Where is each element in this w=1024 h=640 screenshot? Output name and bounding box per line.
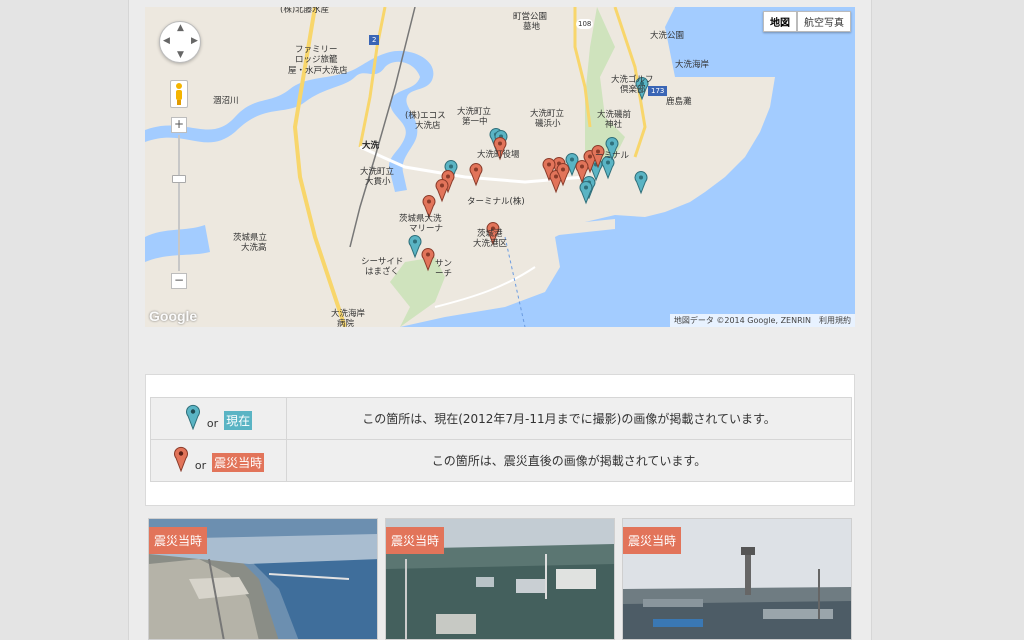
google-logo[interactable]: Google: [149, 308, 197, 324]
sea: [400, 7, 855, 327]
zoom-slider-handle[interactable]: [172, 175, 186, 183]
pan-right-arrow[interactable]: ▶: [191, 36, 198, 46]
map-credit-text: 地図データ ©2014 Google, ZENRIN: [673, 316, 811, 325]
legend-row-current: or 現在 この箇所は、現在(2012年7月-11月までに撮影)の画像が掲載され…: [150, 397, 852, 440]
map-label: 大洗磯前: [597, 110, 632, 120]
map-label: (株)北藤水産: [280, 7, 330, 15]
current-badge: 現在: [224, 411, 253, 430]
map-label: 屋・水戸大洗店: [288, 66, 348, 76]
map-label: ーミナル: [595, 151, 630, 161]
park-strip: [585, 7, 625, 167]
terms-link[interactable]: 利用規約: [819, 315, 851, 326]
map-attribution: 地図データ ©2014 Google, ZENRIN 利用規約: [669, 314, 855, 327]
zoom-slider-track[interactable]: [178, 135, 180, 271]
marker-legend: or 現在 この箇所は、現在(2012年7月-11月までに撮影)の画像が掲載され…: [145, 374, 855, 506]
map-label: ーチ: [435, 269, 453, 279]
route-2: [358, 7, 387, 148]
current-photo-marker[interactable]: [579, 181, 593, 205]
zoom-out-button[interactable]: −: [171, 273, 187, 289]
map-label: 大洗公園: [650, 31, 685, 41]
route-shield: 108: [576, 19, 594, 29]
legend-table: or 現在 この箇所は、現在(2012年7月-11月までに撮影)の画像が掲載され…: [150, 397, 852, 482]
pan-left-arrow[interactable]: ◀: [163, 36, 170, 46]
map-canvas[interactable]: [145, 7, 855, 327]
station-label: 大洗: [362, 141, 380, 151]
current-photo-marker[interactable]: [408, 235, 422, 259]
map-label: 大洗ゴルフ: [611, 75, 654, 85]
route-shield: 2: [369, 35, 380, 45]
map-label: マリーナ: [409, 224, 444, 234]
legend-description: この箇所は、震災直後の画像が掲載されています。: [286, 439, 852, 482]
map-label: 大洗町立: [457, 107, 492, 117]
disaster-badge: 震災当時: [386, 527, 445, 554]
teal-marker-icon: [185, 404, 200, 430]
pan-control[interactable]: ▲ ▼ ◀ ▶: [159, 21, 201, 63]
pegman-icon[interactable]: [170, 80, 188, 108]
pan-up-arrow[interactable]: ▲: [177, 23, 184, 33]
map-label: 神社: [605, 120, 623, 130]
map-label: 鹿島灘: [666, 97, 692, 107]
zoom-in-button[interactable]: +: [171, 117, 187, 133]
map-label: ターミナル(株): [467, 197, 525, 207]
map-label: 大洗海岸: [675, 60, 710, 70]
map-label: シーサイド: [361, 257, 404, 267]
photo-thumbnail[interactable]: 震災当時: [622, 518, 852, 640]
current-photo-marker[interactable]: [634, 171, 648, 195]
legend-key: or 震災当時: [150, 439, 287, 482]
map-label: 大貫小: [365, 177, 391, 187]
legend-description: この箇所は、現在(2012年7月-11月までに撮影)の画像が掲載されています。: [286, 397, 852, 440]
google-map[interactable]: (株)北藤水産 町営公園 墓地 108 大洗公園 大洗海岸 ファミリー ロッジ旅…: [145, 7, 855, 327]
map-type-map-button[interactable]: 地図: [763, 11, 797, 32]
map-label: 大洗海岸: [331, 309, 366, 319]
map-label: 茨城県大洗: [399, 214, 442, 224]
map-label: はまざく: [365, 267, 400, 277]
map-label: 第一中: [462, 117, 488, 127]
map-label: サン: [435, 259, 453, 269]
disaster-photo-marker[interactable]: [435, 179, 449, 203]
disaster-badge: 震災当時: [149, 527, 208, 554]
map-label: 大洗店: [415, 121, 441, 131]
map-label: ロッジ旅籠: [295, 55, 338, 65]
map-label: 大洗町立: [530, 109, 565, 119]
map-label: 茨城県立: [233, 233, 268, 243]
map-label: 大洗港区: [473, 239, 508, 249]
map-label: 大洗高: [241, 243, 267, 253]
map-label: (株)エコス: [405, 111, 446, 121]
map-label: 磯浜小: [535, 119, 561, 129]
photo-thumbnail[interactable]: 震災当時: [148, 518, 378, 640]
photo-thumbnail[interactable]: 震災当時: [385, 518, 615, 640]
map-label: 茨城港: [477, 229, 503, 239]
map-label: 倶楽部: [620, 85, 646, 95]
red-marker-icon: [173, 446, 188, 472]
route-shield: 173: [648, 86, 668, 96]
disaster-badge: 震災当時: [623, 527, 682, 554]
map-label: 大洗町役場: [477, 150, 520, 160]
disaster-photo-marker[interactable]: [469, 163, 483, 187]
legend-row-disaster: or 震災当時 この箇所は、震災直後の画像が掲載されています。: [150, 439, 852, 482]
map-label: ファミリー: [295, 45, 338, 55]
map-label: 涸沼川: [213, 96, 239, 106]
disaster-badge: 震災当時: [212, 453, 265, 472]
map-type-control: 地図 航空写真: [763, 11, 851, 32]
or-text: or: [206, 417, 219, 430]
map-label: 大洗町立: [360, 167, 395, 177]
map-label: 墓地: [523, 22, 541, 32]
or-text: or: [194, 459, 207, 472]
map-label: 町営公園: [513, 12, 548, 22]
map-label: 病院: [337, 319, 355, 327]
legend-key: or 現在: [150, 397, 287, 440]
pan-down-arrow[interactable]: ▼: [177, 50, 184, 60]
map-type-satellite-button[interactable]: 航空写真: [797, 11, 851, 32]
